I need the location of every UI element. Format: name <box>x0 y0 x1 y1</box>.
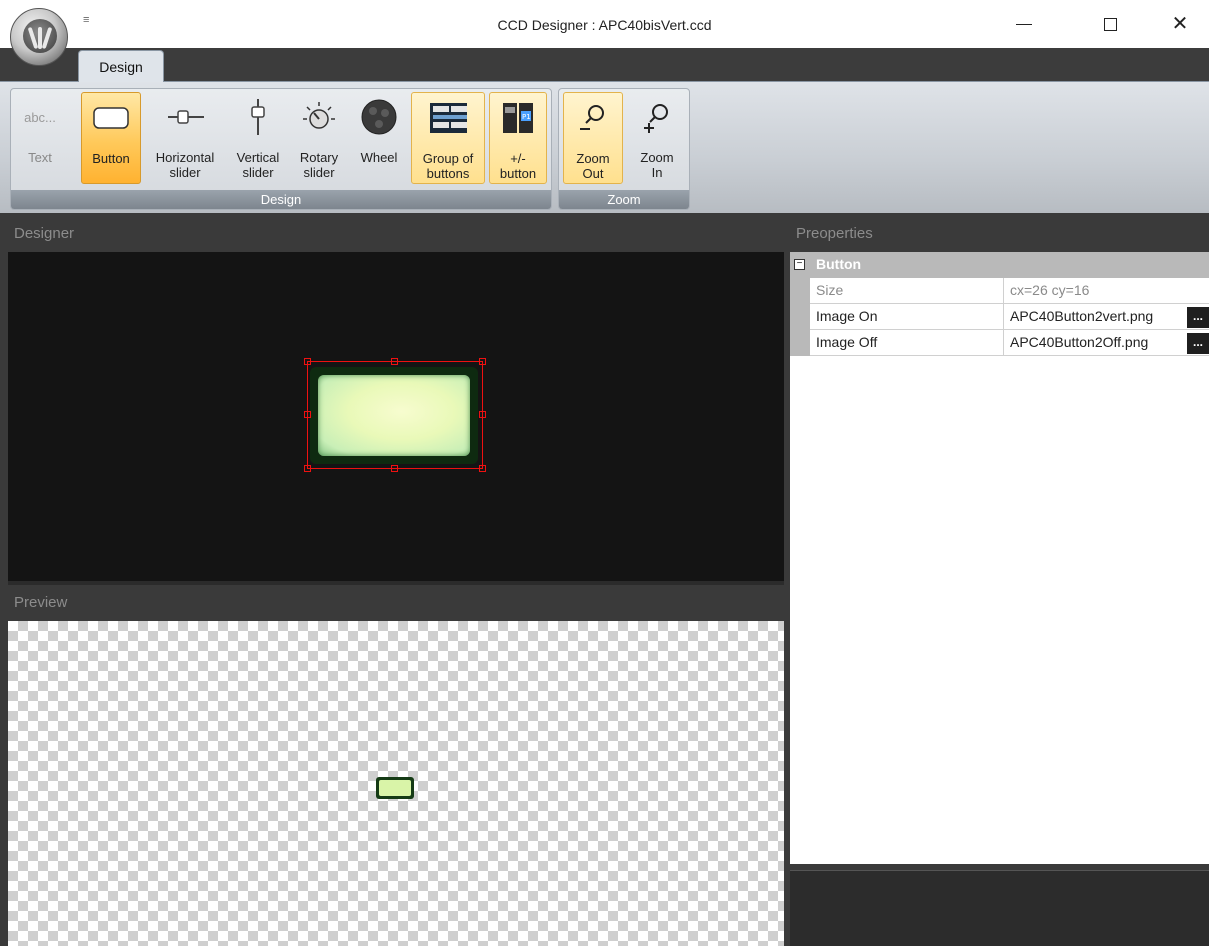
rotary-slider-tool-button[interactable]: Rotary slider <box>291 92 347 184</box>
browse-image-off-button[interactable]: ... <box>1187 333 1209 354</box>
minimize-icon <box>1016 23 1032 25</box>
property-grid: − Button Size cx=26 cy=16 Image On APC40… <box>790 252 1209 864</box>
property-value[interactable]: APC40Button2Off.png <box>1004 330 1209 356</box>
horizontal-slider-tool-button[interactable]: Horizontal slider <box>145 92 225 184</box>
property-category-button[interactable]: − Button <box>790 252 1209 278</box>
resize-handle-bottom[interactable] <box>391 465 398 472</box>
property-value[interactable]: APC40Button2vert.png <box>1004 304 1209 330</box>
horizontal-slider-icon <box>166 98 204 136</box>
minimize-button[interactable] <box>1004 8 1044 40</box>
preview-panel-title: Preview <box>8 585 784 621</box>
property-category-label: Button <box>816 256 862 272</box>
svg-text:P1: P1 <box>522 113 531 121</box>
property-description-area <box>790 870 1209 946</box>
plus-minus-button-icon: P1 <box>499 99 537 137</box>
ribbon-group-label-zoom: Zoom <box>559 190 689 209</box>
ribbon-group-zoom: Zoom Out Zoom In Zoom <box>558 88 690 210</box>
resize-handle-bottom-left[interactable] <box>304 465 311 472</box>
property-name: Size <box>810 278 1004 304</box>
ribbon-group-design: abc... Text Button Horizontal slider Ver… <box>10 88 552 210</box>
property-row-size[interactable]: Size cx=26 cy=16 <box>790 278 1209 304</box>
ribbon-tab-strip <box>0 48 1209 82</box>
property-row-image-on[interactable]: Image On APC40Button2vert.png ... <box>790 304 1209 330</box>
group-of-buttons-tool-button[interactable]: Group of buttons <box>411 92 485 184</box>
text-tool-button[interactable]: abc... Text <box>15 92 65 184</box>
properties-panel-title: Preoperties <box>790 216 1209 252</box>
wheel-icon <box>360 98 398 136</box>
maximize-button[interactable] <box>1090 8 1130 40</box>
close-icon: ✕ <box>1171 13 1189 35</box>
zoom-in-button[interactable]: Zoom In <box>627 92 687 184</box>
zoom-out-button[interactable]: Zoom Out <box>563 92 623 184</box>
title-bar: ≡ CCD Designer : APC40bisVert.ccd ✕ <box>0 0 1209 48</box>
zoom-out-icon <box>574 99 612 137</box>
ribbon: abc... Text Button Horizontal slider Ver… <box>0 81 1209 213</box>
button-tool-button[interactable]: Button <box>81 92 141 184</box>
property-name: Image On <box>810 304 1004 330</box>
button-shape-icon <box>92 99 130 137</box>
maximize-icon <box>1103 17 1117 31</box>
resize-handle-right[interactable] <box>479 411 486 418</box>
designer-panel-title: Designer <box>8 216 784 252</box>
vertical-slider-icon <box>239 98 277 136</box>
application-menu-button[interactable] <box>10 8 68 66</box>
preview-button-widget <box>376 777 414 799</box>
zoom-in-icon <box>638 98 676 136</box>
wheel-tool-button[interactable]: Wheel <box>351 92 407 184</box>
property-row-image-off[interactable]: Image Off APC40Button2Off.png ... <box>790 330 1209 356</box>
property-value[interactable]: cx=26 cy=16 <box>1004 278 1209 304</box>
plus-minus-button-tool-button[interactable]: P1 +/- button <box>489 92 547 184</box>
browse-image-on-button[interactable]: ... <box>1187 307 1209 328</box>
resize-handle-top-left[interactable] <box>304 358 311 365</box>
text-icon: abc... <box>24 109 56 125</box>
ribbon-group-label-design: Design <box>11 190 551 209</box>
tab-design[interactable]: Design <box>78 50 164 82</box>
resize-handle-bottom-right[interactable] <box>479 465 486 472</box>
rotary-knob-icon <box>300 98 338 136</box>
resize-handle-top-right[interactable] <box>479 358 486 365</box>
selection-frame <box>307 361 483 469</box>
resize-handle-left[interactable] <box>304 411 311 418</box>
vertical-slider-tool-button[interactable]: Vertical slider <box>229 92 287 184</box>
property-name: Image Off <box>810 330 1004 356</box>
close-button[interactable]: ✕ <box>1160 8 1200 40</box>
collapse-icon[interactable]: − <box>794 259 805 270</box>
resize-handle-top[interactable] <box>391 358 398 365</box>
preview-button-face <box>379 780 411 796</box>
frame-left <box>0 213 8 946</box>
paint-brushes-icon <box>23 19 57 53</box>
button-group-icon <box>429 99 467 137</box>
